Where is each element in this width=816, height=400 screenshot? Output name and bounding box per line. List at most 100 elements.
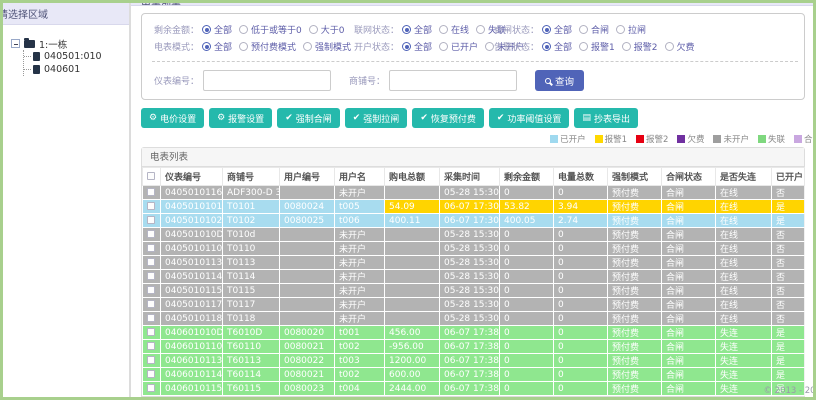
radio-option[interactable]: 欠费 bbox=[664, 40, 695, 53]
table-cell: 0080025 bbox=[279, 213, 335, 228]
row-checkbox[interactable] bbox=[146, 272, 155, 280]
table-cell: 合闸 bbox=[661, 381, 716, 396]
row-checkbox[interactable] bbox=[146, 300, 155, 308]
table-cell: ADF300-D 3 bbox=[222, 185, 280, 200]
row-checkbox[interactable] bbox=[146, 384, 155, 392]
radio-option[interactable]: 全部 bbox=[542, 23, 572, 36]
tree-node[interactable]: 040601 bbox=[24, 63, 129, 76]
radio-option[interactable]: 已开户 bbox=[439, 40, 478, 53]
table-title: 电表列表 bbox=[142, 148, 804, 167]
table-cell: 040601010D bbox=[160, 325, 223, 340]
radio-icon bbox=[402, 42, 412, 51]
search-icon bbox=[545, 77, 552, 84]
radio-option[interactable]: 全部 bbox=[402, 23, 432, 36]
radio-label: 预付费模式 bbox=[251, 43, 297, 53]
table-cell: T0101 bbox=[222, 199, 280, 214]
table-cell bbox=[384, 283, 440, 298]
restore-prepaid-button[interactable]: ✔ 恢复预付费 bbox=[412, 108, 484, 128]
force-open-button[interactable]: ✔ 强制拉闸 bbox=[344, 108, 408, 128]
row-checkbox[interactable] bbox=[146, 202, 155, 210]
table-cell: 在线 bbox=[715, 241, 772, 256]
radio-label: 全部 bbox=[554, 26, 573, 36]
legend-swatch bbox=[713, 134, 722, 143]
select-all-checkbox[interactable] bbox=[147, 172, 155, 180]
row-select-cell bbox=[142, 339, 161, 354]
legend-label: 已开户 bbox=[560, 134, 586, 145]
column-header: 电量总数 bbox=[553, 167, 608, 186]
legend-swatch bbox=[793, 134, 802, 143]
radio-option[interactable]: 拉闸 bbox=[616, 23, 646, 36]
row-checkbox[interactable] bbox=[146, 342, 155, 350]
price-settings-button[interactable]: ⚙ 电价设置 bbox=[141, 108, 205, 128]
radio-option[interactable]: 强制模式 bbox=[303, 40, 351, 53]
row-checkbox[interactable] bbox=[146, 258, 155, 266]
table-cell: 0 bbox=[499, 325, 554, 340]
table-cell: 05-28 15:30:00 bbox=[439, 283, 500, 298]
radio-option[interactable]: 全部 bbox=[202, 23, 232, 36]
shop-no-input[interactable] bbox=[389, 70, 518, 91]
table-row: 0406010115 T60115 0080023 t004 2444.00 06-07 … bbox=[142, 381, 805, 396]
tree-node[interactable]: 040501:010 bbox=[24, 50, 129, 63]
toolbar-button-label: 电价设置 bbox=[160, 114, 197, 125]
radio-option[interactable]: 低于或等于0 bbox=[239, 23, 302, 36]
table-cell: 否 bbox=[771, 269, 805, 284]
table-cell: 预付费 bbox=[607, 199, 662, 214]
row-checkbox[interactable] bbox=[146, 328, 155, 336]
radio-option[interactable]: 报警2 bbox=[621, 40, 658, 53]
app-window: 请选择区域 1:一栋 040501:010 040601 电表列表 bbox=[0, 0, 816, 400]
radio-label: 在线 bbox=[451, 26, 470, 36]
filter-group: 告警状态： 全部 报警1 报警2 欠费 bbox=[494, 40, 702, 53]
row-checkbox[interactable] bbox=[146, 230, 155, 238]
table-cell: 2444.00 bbox=[384, 381, 440, 396]
table-cell: 0405010101 bbox=[160, 199, 223, 214]
collapse-icon[interactable] bbox=[11, 39, 20, 48]
table-cell: 失连 bbox=[715, 353, 772, 368]
table-cell: 0 bbox=[553, 325, 608, 340]
table-cell: 否 bbox=[771, 283, 805, 298]
meter-export-button[interactable]: ▤ 抄表导出 bbox=[574, 108, 638, 128]
radio-option[interactable]: 报警1 bbox=[579, 40, 615, 53]
tree-root-node[interactable]: 1:一栋 bbox=[11, 37, 129, 51]
row-checkbox[interactable] bbox=[146, 314, 155, 322]
check-icon: ✔ bbox=[285, 113, 293, 123]
power-threshold-button[interactable]: ✔ 功率阈值设置 bbox=[488, 108, 570, 128]
table-cell: 0 bbox=[499, 353, 554, 368]
row-checkbox[interactable] bbox=[146, 356, 155, 364]
table-cell: T60115 bbox=[222, 381, 280, 396]
radio-option[interactable]: 大于0 bbox=[308, 23, 345, 36]
radio-option[interactable]: 全部 bbox=[202, 40, 232, 53]
row-checkbox[interactable] bbox=[146, 244, 155, 252]
radio-option[interactable]: 预付费模式 bbox=[239, 40, 296, 53]
meter-table: 仪表编号 商铺号 用户编号 用户名 购电总额 采集时间 剩余金额 电量总数 强制模式 合闸状态 是否… bbox=[142, 167, 805, 396]
query-button-label: 查询 bbox=[555, 76, 575, 88]
table-cell: 0405010102 bbox=[160, 213, 223, 228]
table-cell: 是 bbox=[771, 367, 805, 382]
radio-label: 全部 bbox=[214, 26, 233, 36]
table-cell bbox=[384, 311, 440, 326]
alarm-settings-button[interactable]: ⚙ 报警设置 bbox=[209, 108, 273, 128]
radio-option[interactable]: 全部 bbox=[542, 40, 572, 53]
table-cell: 预付费 bbox=[607, 325, 662, 340]
legend-label: 报警1 bbox=[604, 134, 628, 145]
row-checkbox[interactable] bbox=[146, 216, 155, 224]
row-checkbox[interactable] bbox=[146, 286, 155, 294]
meter-no-input[interactable] bbox=[203, 70, 332, 91]
row-select-cell bbox=[142, 381, 161, 396]
table-row: 0405010118T0118未开户05-28 15:30:0000预付费合闸在… bbox=[142, 311, 805, 326]
table-row: 0406010114 T60114 0080021 t002 600.00 06-07 1… bbox=[142, 367, 805, 382]
radio-option[interactable]: 全部 bbox=[402, 40, 432, 53]
filter-group: 合闸状态： 全部 合闸 拉闸 bbox=[494, 23, 653, 36]
radio-icon bbox=[308, 25, 318, 34]
table-cell: T60114 bbox=[222, 367, 280, 382]
force-close-button[interactable]: ✔ 强制合闸 bbox=[277, 108, 340, 128]
legend-item: 欠费 bbox=[677, 133, 704, 145]
table-cell bbox=[384, 241, 440, 256]
radio-option[interactable]: 合闸 bbox=[579, 23, 609, 36]
row-checkbox[interactable] bbox=[146, 188, 155, 196]
table-cell: 0080023 bbox=[279, 381, 335, 396]
row-select-cell bbox=[142, 325, 161, 340]
row-checkbox[interactable] bbox=[146, 370, 155, 378]
query-button[interactable]: 查询 bbox=[535, 70, 585, 91]
radio-option[interactable]: 在线 bbox=[439, 23, 469, 36]
radio-icon bbox=[476, 25, 486, 34]
